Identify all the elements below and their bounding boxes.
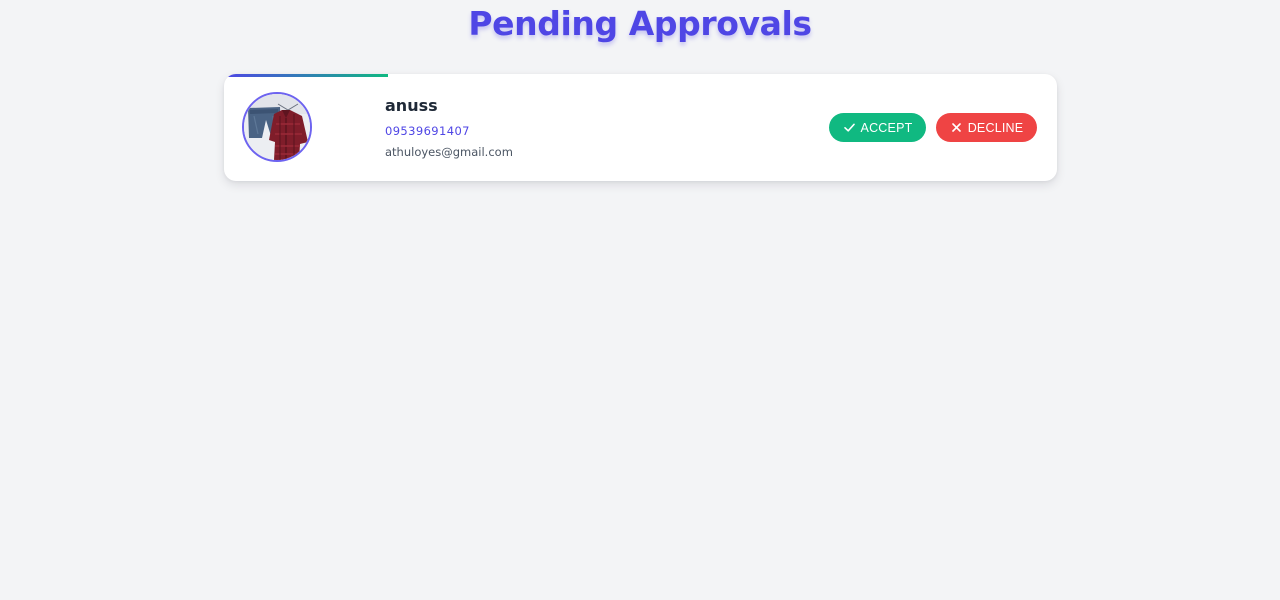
user-email: athuloyes@gmail.com — [385, 145, 513, 159]
user-name: anuss — [385, 96, 438, 115]
user-phone: 09539691407 — [385, 124, 470, 138]
pending-approvals-page: Pending Approvals anuss 09539691407 athu… — [0, 0, 1280, 600]
decline-button-label: DECLINE — [967, 120, 1024, 135]
close-icon — [950, 121, 963, 134]
page-title: Pending Approvals — [468, 4, 812, 43]
card-accent-bar — [224, 74, 388, 77]
accept-button[interactable]: ACCEPT — [829, 113, 926, 142]
check-icon — [843, 121, 856, 134]
user-info: anuss 09539691407 athuloyes@gmail.com — [385, 94, 513, 160]
approval-request-card: anuss 09539691407 athuloyes@gmail.com AC… — [224, 74, 1057, 181]
user-avatar — [242, 92, 312, 162]
request-actions: ACCEPT DECLINE — [829, 113, 1037, 142]
clothing-photo-icon — [244, 94, 310, 160]
decline-button[interactable]: DECLINE — [936, 113, 1037, 142]
accept-button-label: ACCEPT — [860, 120, 913, 135]
